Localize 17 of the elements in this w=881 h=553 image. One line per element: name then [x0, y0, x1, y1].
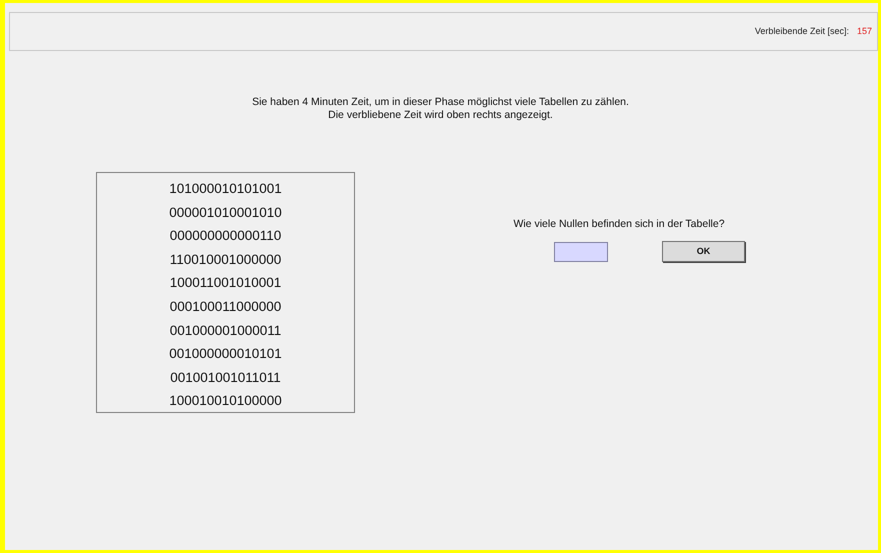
binary-row-text: 101000010101001	[169, 180, 282, 198]
timer-label: Verbleibende Zeit [sec]:	[754, 24, 849, 38]
binary-row-text: 100011001010001	[170, 274, 282, 292]
instruction-text: Sie haben 4 Minuten Zeit, um in dieser Phase möglichst viele Tabellen zu zählen.	[252, 96, 629, 109]
timer-value: 157	[856, 24, 872, 38]
answer-field[interactable]	[554, 242, 608, 262]
question-text: Wie viele Nullen befinden sich in der Tabelle?	[512, 217, 726, 232]
binary-row-text: 001000000010101	[169, 345, 282, 364]
instruction-text: Die verbliebene Zeit wird oben rechts angezeigt.	[328, 109, 553, 122]
ok-button[interactable]: OK	[662, 241, 745, 262]
binary-row-text: 000001010001010	[169, 204, 282, 222]
binary-row-text: 110010001000000	[170, 250, 282, 269]
binary-row-text: 001000001000011	[170, 322, 282, 340]
binary-row-text: 100010010100000	[169, 392, 282, 410]
binary-row-text: 000100011000000	[170, 298, 282, 316]
binary-row-text: 000000000000110	[170, 227, 282, 246]
binary-row-text: 001001001011011	[170, 368, 281, 387]
